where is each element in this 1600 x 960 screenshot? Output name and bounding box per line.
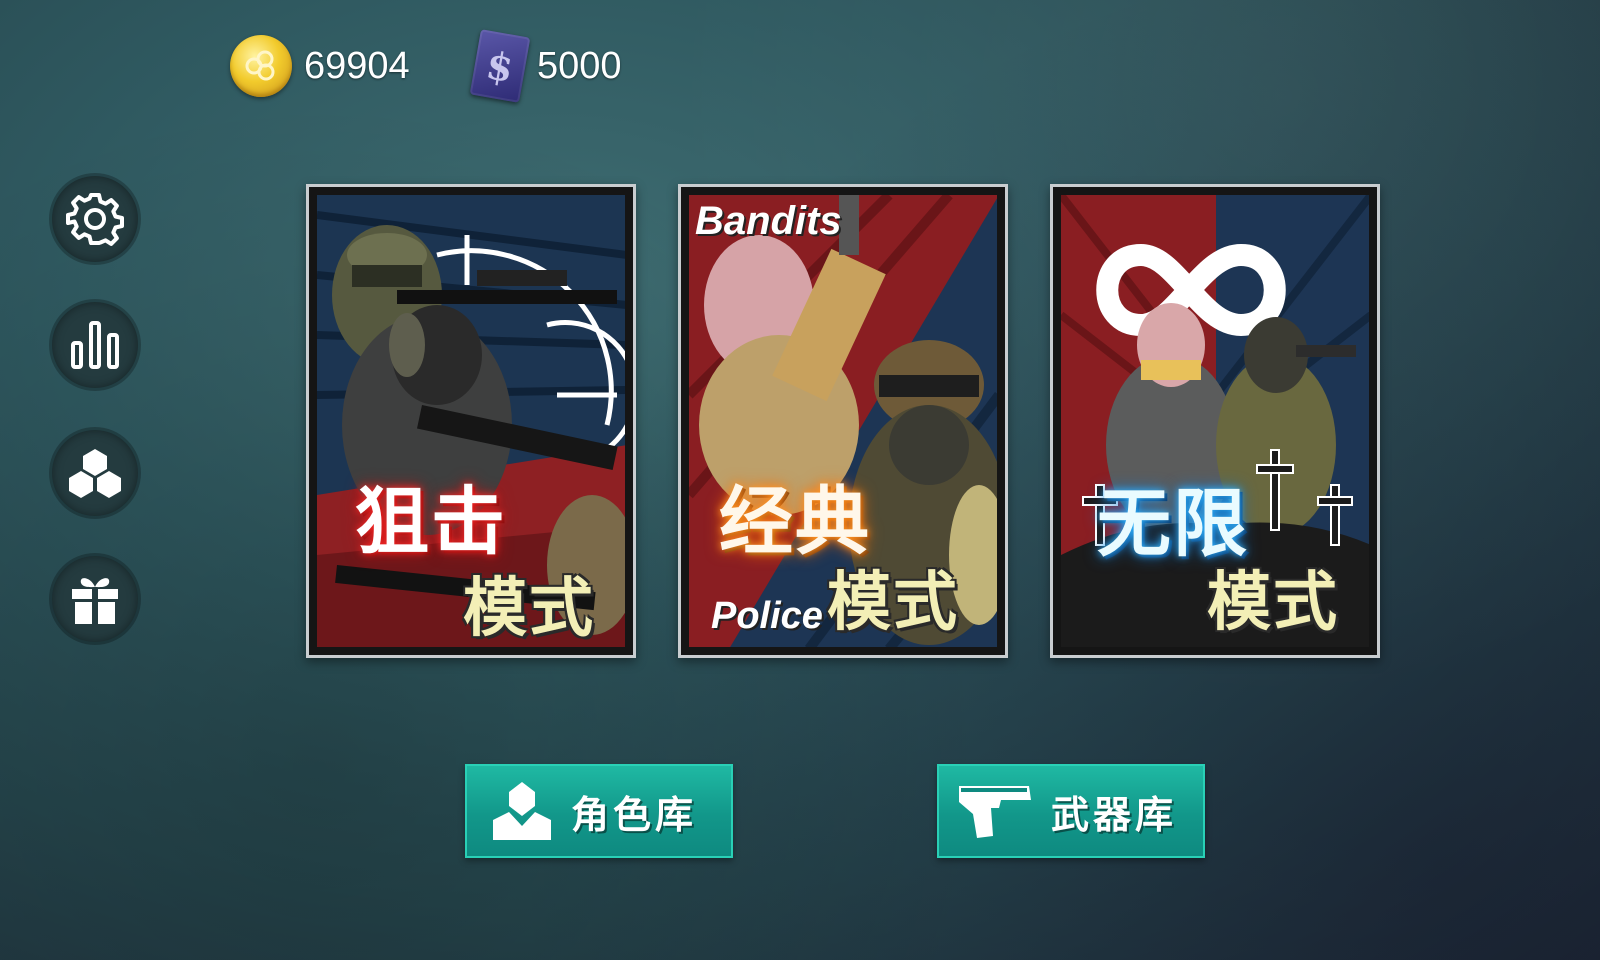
classic-mode-card[interactable]: Bandits Police 经典 模式 xyxy=(678,184,1008,658)
pistol-icon xyxy=(959,786,1031,838)
cash-icon: $ xyxy=(469,29,531,103)
classic-mode-title: 经典 xyxy=(719,479,871,565)
character-icon xyxy=(493,782,551,840)
coin-balance: 69904 xyxy=(230,26,410,106)
inventory-button[interactable] xyxy=(52,430,138,516)
stats-button[interactable] xyxy=(52,302,138,388)
coin-amount: 69904 xyxy=(304,44,410,87)
weapon-library-label: 武器库 xyxy=(1051,792,1178,837)
sniper-mode-subtitle: 模式 xyxy=(463,572,595,646)
crates-icon xyxy=(69,449,121,498)
endless-mode-art: 无限 模式 xyxy=(1061,195,1369,647)
weapon-library-button[interactable]: 武器库 xyxy=(937,764,1205,858)
sniper-mode-card[interactable]: 狙击 模式 xyxy=(306,184,636,658)
classic-mode-art: Bandits Police 经典 模式 xyxy=(689,195,997,647)
cash-balance: $ 5000 xyxy=(469,26,622,106)
gift-icon xyxy=(72,578,118,624)
police-logo: Police xyxy=(711,595,823,637)
endless-mode-card[interactable]: 无限 模式 xyxy=(1050,184,1380,658)
coin-icon xyxy=(230,35,292,97)
endless-mode-title: 无限 xyxy=(1097,481,1249,567)
bandits-logo: Bandits xyxy=(695,199,842,243)
sniper-mode-title: 狙击 xyxy=(355,479,507,565)
settings-button[interactable] xyxy=(52,176,138,262)
gift-button[interactable] xyxy=(52,556,138,642)
bar-chart-icon xyxy=(71,321,119,369)
cash-amount: 5000 xyxy=(537,44,622,87)
classic-mode-subtitle: 模式 xyxy=(827,566,959,640)
sniper-mode-art: 狙击 模式 xyxy=(317,195,625,647)
cash-symbol: $ xyxy=(483,41,517,91)
gear-icon xyxy=(66,193,124,246)
endless-mode-subtitle: 模式 xyxy=(1207,566,1339,640)
character-library-button[interactable]: 角色库 xyxy=(465,764,733,858)
character-library-label: 角色库 xyxy=(571,792,698,837)
